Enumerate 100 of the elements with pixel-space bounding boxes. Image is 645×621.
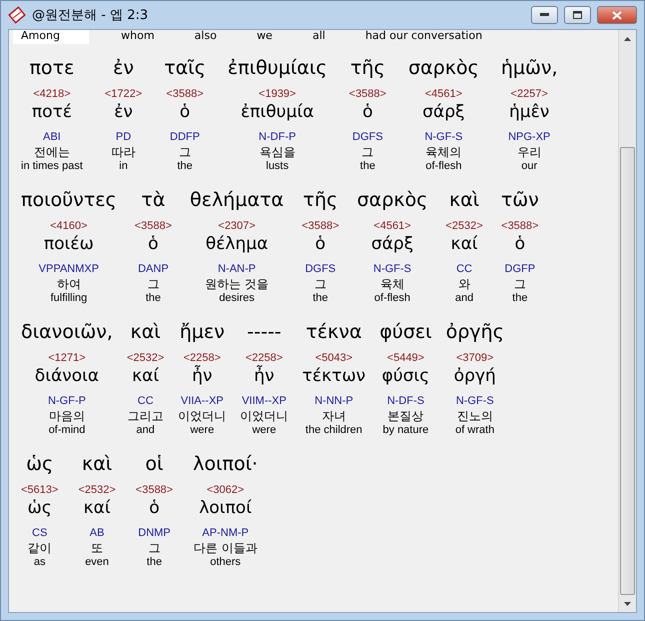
english-gloss: even [85, 556, 109, 569]
parse-code: DGFS [305, 262, 336, 276]
parse-code: AP-NM-P [202, 526, 249, 540]
korean-gloss: 다른 이들과 [193, 540, 258, 556]
strong-number: <4561> [374, 219, 411, 234]
greek-word: καὶ [449, 188, 480, 213]
english-gloss: were [252, 424, 276, 437]
english-gloss: of-flesh [374, 292, 410, 305]
korean-gloss: 같이 [28, 540, 52, 556]
strong-number: <2258> [183, 351, 221, 365]
greek-word: ἐπιθυμίαις [228, 56, 328, 81]
greek-word: ὀργῆς [446, 320, 504, 345]
strong-number: <1939> [258, 87, 296, 102]
parse-code: N-GF-S [373, 262, 412, 276]
close-button[interactable] [597, 6, 637, 24]
lemma-word: ὁ [315, 234, 326, 254]
korean-gloss: 그 [148, 540, 160, 556]
parse-code: DDFP [170, 130, 200, 144]
parse-code: N-DF-P [258, 130, 296, 144]
greek-word: ποιοῦντες [21, 188, 117, 213]
english-gloss: by nature [382, 424, 429, 437]
english-gloss: of-mind [48, 424, 86, 437]
korean-gloss: 전에는 [34, 144, 70, 160]
lemma-word: θέλημα [206, 234, 268, 254]
vertical-scrollbar[interactable] [618, 30, 636, 612]
korean-gloss: 따라 [111, 144, 136, 160]
english-gloss: and [455, 292, 474, 305]
scroll-up-icon[interactable] [624, 36, 631, 40]
lemma-word: ὁ [148, 234, 158, 254]
parse-code: PD [116, 130, 132, 144]
greek-word: ταῖς [164, 56, 206, 81]
english-gloss: as [34, 556, 46, 569]
strong-number: <4160> [50, 219, 88, 234]
greek-word: ----- [247, 320, 282, 345]
header-word[interactable]: we [248, 30, 280, 44]
english-gloss: lusts [266, 160, 289, 173]
parse-code: VIIM--XP [242, 394, 286, 408]
header-word[interactable]: had our conversation [357, 30, 490, 44]
greek-word: οἱ [145, 452, 164, 477]
korean-gloss: 자녀 [322, 408, 346, 424]
greek-word: ὡς [26, 452, 54, 477]
parse-code: N-AN-P [218, 262, 256, 276]
korean-gloss: 육체 [380, 276, 404, 292]
parse-code: AB [90, 526, 104, 540]
strong-number: <2257> [510, 87, 548, 102]
lemma-word: ὁ [514, 234, 526, 254]
parse-code: N-GF-S [456, 394, 494, 408]
english-gloss: the [360, 160, 376, 173]
scrollbar-thumb[interactable] [620, 147, 635, 595]
close-icon [612, 10, 622, 20]
greek-word: καὶ [82, 452, 112, 477]
greek-word: τῆς [350, 56, 385, 81]
maximize-icon [573, 11, 582, 19]
parse-code: N-GF-P [48, 394, 86, 408]
lemma-word: φύσις [382, 366, 430, 386]
lemma-word: λοιποί [199, 498, 252, 518]
korean-gloss: 우리 [517, 144, 542, 160]
korean-gloss: 진노의 [456, 408, 493, 424]
strong-number: <3588> [134, 219, 172, 234]
header-word[interactable]: whom [113, 30, 162, 44]
english-gloss: the [312, 292, 328, 305]
english-gloss: the [146, 556, 162, 569]
lemma-word: διάνοια [34, 366, 100, 386]
lemma-word: καί [450, 234, 478, 254]
strong-number: <5449> [387, 351, 424, 366]
parse-code: N-NN-P [314, 394, 354, 408]
parse-code: ABI [43, 130, 61, 144]
maximize-button[interactable] [564, 6, 591, 24]
english-gloss: of wrath [455, 424, 494, 437]
lemma-word: ὁ [180, 102, 190, 122]
korean-gloss: 그 [178, 144, 191, 160]
lemma-word: ἐπιθυμία [240, 102, 314, 122]
greek-word: τῆς [303, 188, 338, 213]
scroll-down-icon[interactable] [624, 602, 631, 606]
parse-code: VIIA--XP [180, 394, 224, 408]
greek-word: καὶ [130, 320, 161, 345]
strong-number: <5613> [21, 483, 58, 498]
header-word[interactable]: Among [13, 30, 89, 44]
greek-word: τῶν [500, 188, 539, 213]
strong-number: <3588> [349, 87, 386, 102]
korean-gloss: 그리고 [127, 408, 164, 424]
english-gloss: in [119, 160, 128, 173]
lemma-word: καί [84, 498, 110, 518]
english-gloss: desires [219, 292, 255, 305]
header-word[interactable]: also [186, 30, 225, 44]
parse-code: N-DF-S [387, 394, 424, 408]
english-gloss: the children [305, 424, 362, 437]
korean-gloss: 그 [514, 276, 526, 292]
greek-word: ἤμεν [180, 320, 225, 345]
greek-word: τέκνα [306, 320, 362, 345]
greek-word: διανοιῶν, [21, 320, 113, 345]
minimize-button[interactable] [531, 6, 558, 24]
parse-code: DGFP [504, 262, 536, 276]
english-gloss: fulfilling [50, 292, 88, 305]
lemma-word: ἦν [192, 366, 212, 386]
parse-code: DGFS [352, 130, 383, 144]
korean-gloss: 또 [90, 540, 103, 556]
korean-gloss: 본질상 [388, 408, 424, 424]
header-word[interactable]: all [304, 30, 334, 44]
strong-number: <2532> [446, 219, 483, 234]
